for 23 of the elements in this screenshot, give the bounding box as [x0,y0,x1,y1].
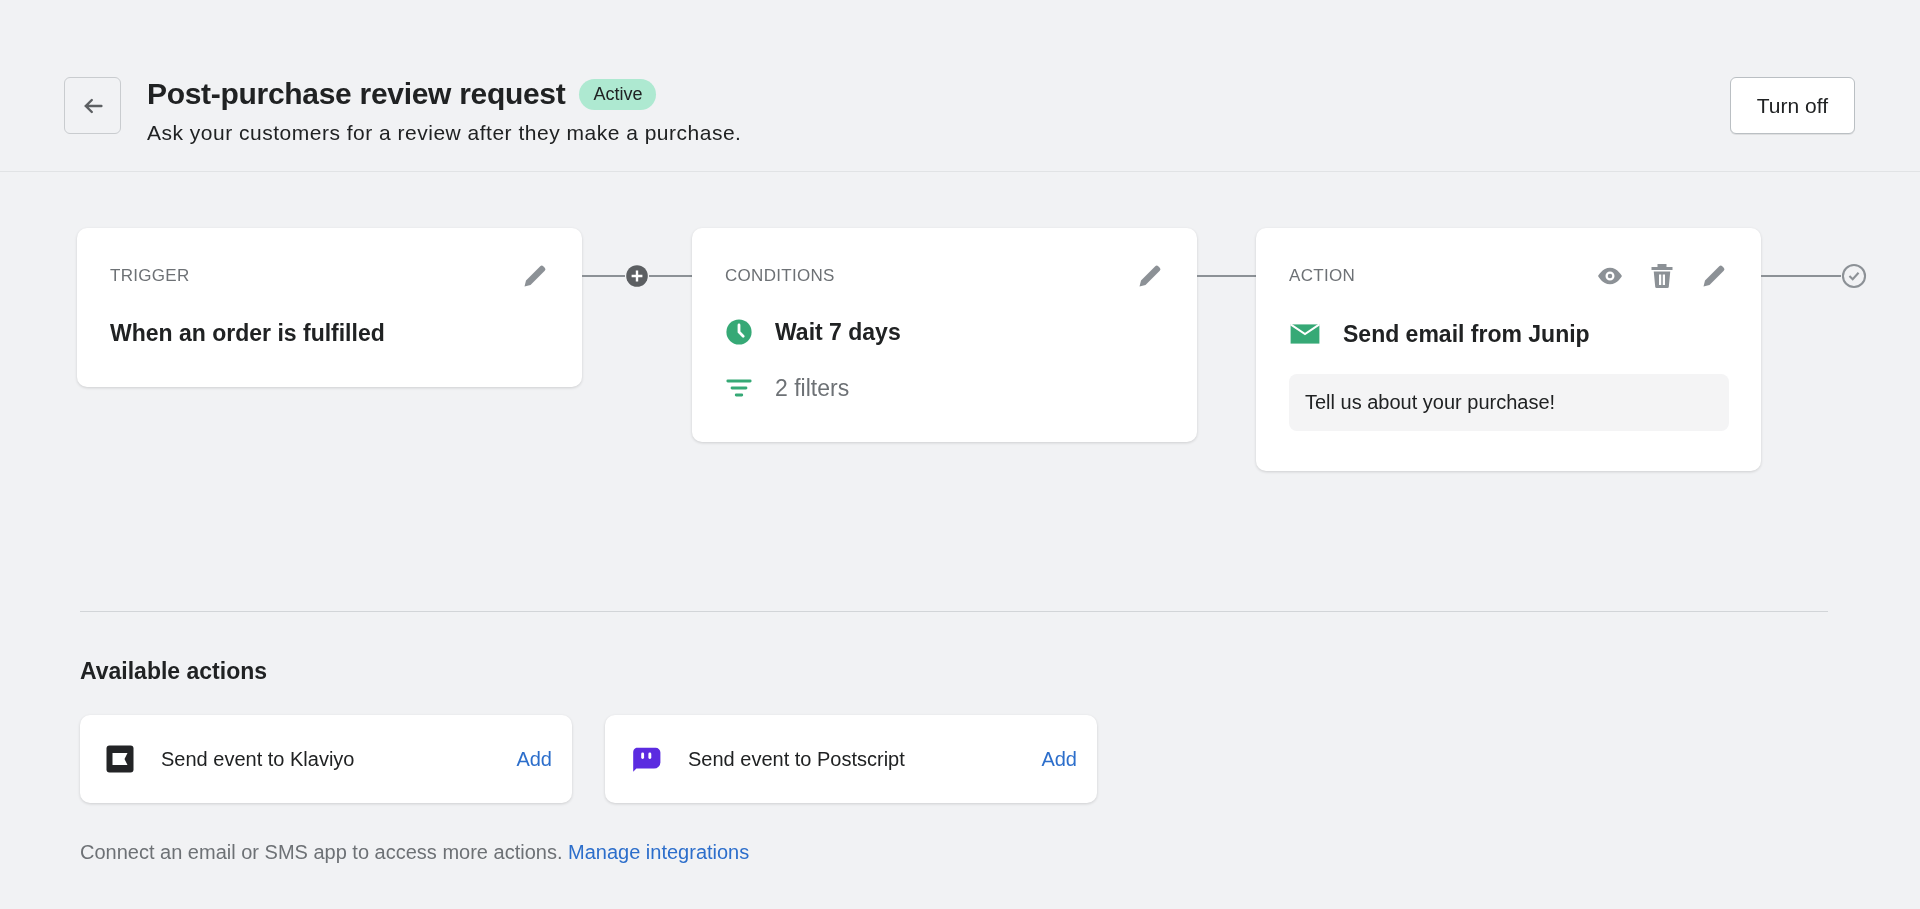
trigger-title: When an order is fulfilled [110,320,386,347]
add-button[interactable]: Add [1041,747,1077,771]
page-subtitle: Ask your customers for a review after they make a purchase. [147,121,742,145]
clock-icon [725,318,753,346]
action-label: Send event to Postscript [688,747,906,771]
action-title: Send email from Junip [1343,320,1590,348]
turn-off-button[interactable]: Turn off [1729,77,1855,134]
filter-count: 2 filters [775,374,850,402]
action-label: Send event to Klaviyo [161,747,356,771]
add-button[interactable]: Add [516,747,552,771]
manage-integrations-link[interactable]: Manage integrations [568,841,750,863]
status-badge: Active [579,78,657,110]
condition-text: Wait 7 days [775,318,901,346]
plus-circle-icon[interactable] [625,264,649,288]
step-label: CONDITIONS [725,266,835,286]
section-title: Available actions [80,658,269,685]
back-button[interactable] [64,77,121,134]
flag-icon [105,744,135,774]
page-title: Post-purchase review request [147,77,566,111]
email-subject: Tell us about your purchase! [1289,374,1729,431]
step-label: ACTION [1289,266,1356,286]
step-label: TRIGGER [110,266,190,286]
help-text: Connect an email or SMS app to access more actions. Manage integrations [80,841,751,864]
